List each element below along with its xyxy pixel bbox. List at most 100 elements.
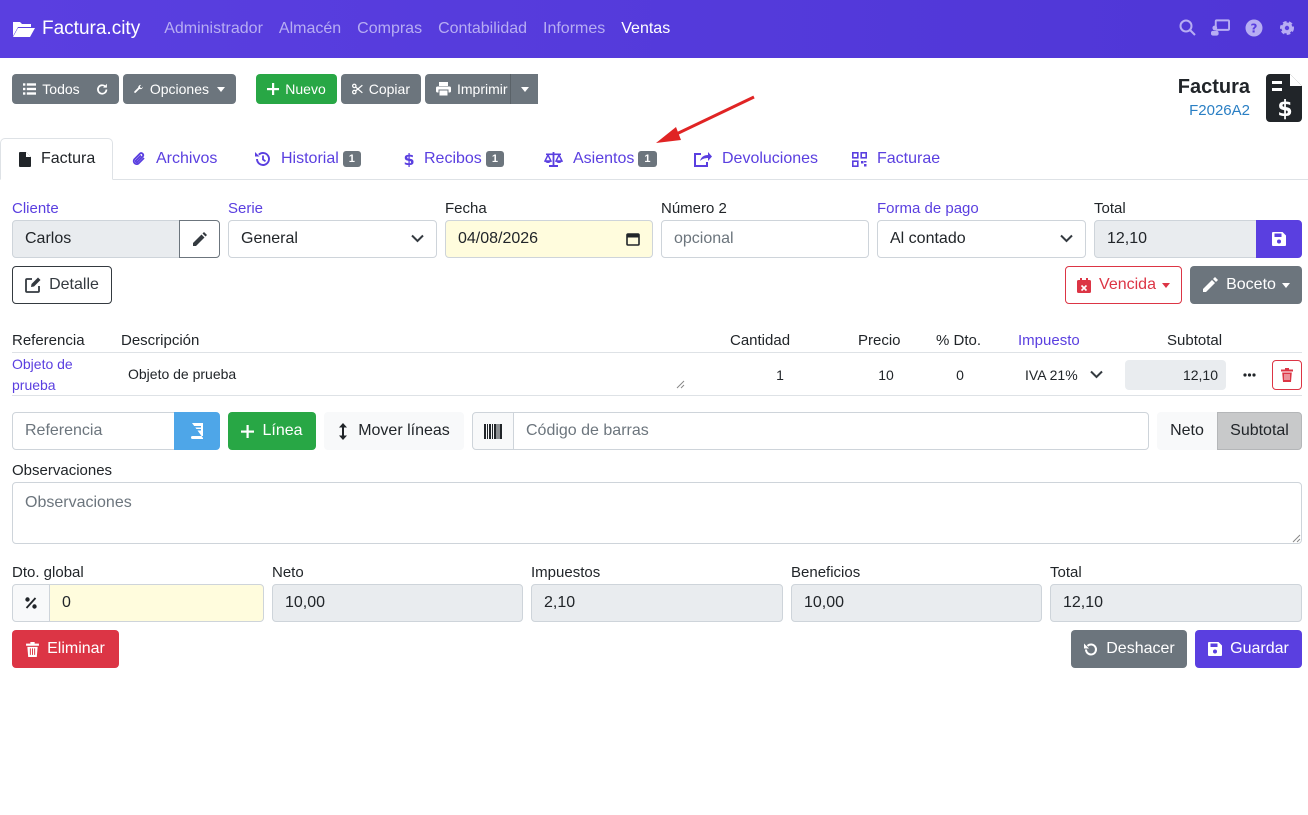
save-total-button[interactable]: [1256, 220, 1302, 258]
gear-icon[interactable]: [1277, 18, 1296, 37]
line-referencia[interactable]: Objeto de prueba: [12, 354, 102, 396]
edit-cliente-button[interactable]: [179, 220, 220, 258]
divider: [12, 395, 1302, 396]
serie-label[interactable]: Serie: [228, 200, 263, 217]
file-icon: [19, 151, 31, 167]
deshacer-label: Deshacer: [1106, 640, 1175, 657]
nav-icons: ?: [1178, 18, 1296, 37]
calendar-times-icon: [1077, 277, 1092, 293]
resize-handle-icon[interactable]: [676, 380, 685, 389]
history-icon: [255, 152, 270, 166]
plus-icon: [241, 424, 255, 438]
arrows-vertical-icon: [339, 422, 348, 440]
line-descripcion[interactable]: Objeto de prueba: [116, 356, 688, 392]
caret-down-icon: [1161, 282, 1170, 288]
tab-label: Facturae: [877, 150, 941, 167]
mover-lineas-button[interactable]: Mover líneas: [324, 412, 464, 450]
resize-handle-icon[interactable]: [1292, 534, 1301, 543]
beneficios-value: 10,00: [804, 594, 845, 611]
brand[interactable]: Factura.city: [12, 18, 140, 40]
tab-label: Devoluciones: [722, 150, 819, 167]
trash-icon: [26, 641, 40, 657]
boceto-button[interactable]: Boceto: [1190, 266, 1302, 304]
help-icon[interactable]: ?: [1244, 18, 1263, 37]
nav-links: Administrador Almacén Compras Contabilid…: [164, 20, 686, 38]
refresh-icon[interactable]: [96, 83, 108, 96]
forma-pago-select[interactable]: Al contado: [877, 220, 1086, 258]
catalog-button[interactable]: [174, 412, 220, 450]
save-icon: [1272, 232, 1286, 246]
copiar-label: Copiar: [368, 81, 410, 97]
total-value: 12,10: [1107, 230, 1148, 247]
cliente-value: Carlos: [25, 230, 72, 247]
todos-button[interactable]: Todos: [12, 74, 119, 104]
forma-pago-value: Al contado: [890, 230, 966, 247]
print-icon: [436, 82, 451, 96]
opciones-button[interactable]: Opciones: [123, 74, 236, 104]
tab-label: Factura: [41, 150, 96, 167]
detalle-button[interactable]: Detalle: [12, 266, 112, 304]
line-precio[interactable]: 10: [864, 367, 908, 383]
total-bottom-value: 12,10: [1063, 594, 1104, 611]
nav-almacen[interactable]: Almacén: [279, 20, 341, 38]
paperclip-icon: [132, 152, 145, 165]
total-bottom-label: Total: [1050, 564, 1082, 581]
tab-factura[interactable]: Factura: [0, 138, 113, 180]
tab-archivos[interactable]: Archivos: [132, 138, 217, 180]
observaciones-textarea[interactable]: Observaciones: [12, 482, 1302, 544]
nav-informes[interactable]: Informes: [543, 20, 605, 38]
guardar-button[interactable]: Guardar: [1195, 630, 1302, 668]
document-code[interactable]: F2026A2: [1178, 102, 1250, 119]
dto-global-input[interactable]: 0: [49, 584, 264, 622]
line-impuesto[interactable]: IVA 21%: [1025, 367, 1078, 383]
wrench-icon: [134, 84, 144, 93]
nav-contabilidad[interactable]: Contabilidad: [438, 20, 527, 38]
forma-pago-label[interactable]: Forma de pago: [877, 200, 979, 217]
line-more-button[interactable]: [1234, 360, 1264, 390]
col-impuesto[interactable]: Impuesto: [1018, 332, 1080, 349]
tab-devoluciones[interactable]: Devoluciones: [693, 138, 818, 180]
calendar-icon[interactable]: [626, 232, 640, 246]
tab-facturae[interactable]: Facturae: [852, 138, 940, 180]
numero2-label: Número 2: [661, 200, 727, 217]
imprimir-dropdown-toggle[interactable]: [510, 74, 538, 104]
nav-compras[interactable]: Compras: [357, 20, 422, 38]
serie-select[interactable]: General: [228, 220, 437, 258]
qrcode-icon: [852, 151, 867, 167]
search-icon[interactable]: [1178, 18, 1197, 37]
deshacer-button[interactable]: Deshacer: [1071, 630, 1187, 668]
beneficios-field: 10,00: [791, 584, 1042, 622]
tab-recibos[interactable]: $ Recibos 1: [404, 138, 504, 180]
numero2-input[interactable]: opcional: [661, 220, 869, 258]
tab-asientos[interactable]: Asientos 1: [544, 138, 657, 180]
add-linea-button[interactable]: Línea: [228, 412, 316, 450]
copiar-button[interactable]: Copiar: [341, 74, 421, 104]
edit-square-icon: [25, 277, 41, 293]
presentation-icon[interactable]: [1211, 18, 1230, 37]
nav-ventas[interactable]: Ventas: [621, 20, 670, 38]
neto-toggle[interactable]: Neto: [1157, 412, 1217, 450]
observaciones-placeholder: Observaciones: [25, 494, 132, 511]
line-delete-button[interactable]: [1272, 360, 1302, 390]
referencia-input[interactable]: Referencia: [12, 412, 176, 450]
tab-historial[interactable]: Historial 1: [254, 138, 361, 180]
nav-administrador[interactable]: Administrador: [164, 20, 263, 38]
mover-label: Mover líneas: [358, 422, 450, 439]
trash-icon: [1281, 368, 1293, 382]
line-dto[interactable]: 0: [940, 367, 980, 383]
eliminar-button[interactable]: Eliminar: [12, 630, 119, 668]
cliente-field[interactable]: Carlos: [12, 220, 180, 258]
todos-label: Todos: [42, 81, 80, 97]
line-cantidad[interactable]: 1: [760, 367, 800, 383]
neto-field: 10,00: [272, 584, 523, 622]
subtotal-toggle[interactable]: Subtotal: [1217, 412, 1302, 450]
nuevo-button[interactable]: Nuevo: [256, 74, 337, 104]
barcode-input[interactable]: Código de barras: [513, 412, 1149, 450]
fecha-input[interactable]: 04/08/2026: [445, 220, 653, 258]
folder-open-icon: [13, 22, 35, 37]
fecha-value: 04/08/2026: [458, 230, 539, 247]
chevron-down-icon[interactable]: [1090, 370, 1103, 379]
cliente-label[interactable]: Cliente: [12, 200, 59, 217]
vencida-button[interactable]: Vencida: [1065, 266, 1182, 304]
document-title: Factura: [1177, 76, 1250, 98]
